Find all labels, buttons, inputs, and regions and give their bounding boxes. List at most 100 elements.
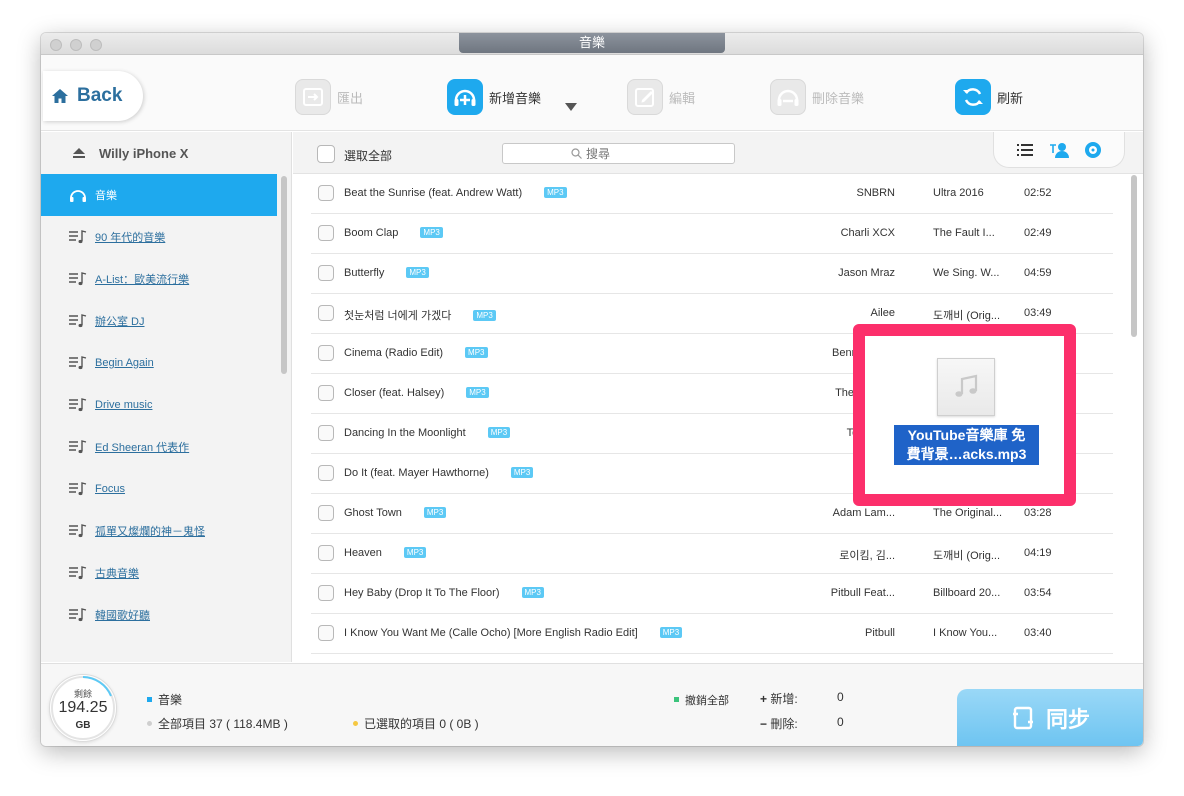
sidebar-item-9[interactable]: 古典音樂 [41,552,277,594]
search-input[interactable] [586,146,666,161]
row-checkbox[interactable] [318,545,334,561]
playlist-icon [69,272,87,286]
sidebar-item-10[interactable]: 韓國歌好聽 [41,594,277,636]
edit-icon [627,79,663,115]
track-title-text: Cinema (Radio Edit) [344,347,444,359]
playlist-icon [69,608,87,622]
sidebar-item-3[interactable]: 辦公室 DJ [41,300,277,342]
select-all-label: 選取全部 [344,149,393,163]
delete-music-button[interactable]: 刪除音樂 [770,78,864,116]
sidebar-item-7[interactable]: Focus [41,468,277,510]
storage-value: 194.25 [58,699,108,716]
row-checkbox[interactable] [318,585,334,601]
track-title: Boom Clap MP3 [344,227,443,239]
undo-all-button[interactable]: 撤銷全部 [674,692,729,708]
search-box[interactable] [502,143,735,164]
playlist-icon [69,398,87,412]
drag-drop-overlay[interactable]: YouTube音樂庫 免 費背景…acks.mp3 [853,324,1076,506]
row-checkbox[interactable] [318,385,334,401]
export-button[interactable]: 匯出 [295,78,363,116]
track-title-text: Ghost Town [344,507,402,519]
list-view-button[interactable] [1014,139,1036,161]
row-checkbox[interactable] [318,465,334,481]
track-title: Cinema (Radio Edit) MP3 [344,347,488,359]
format-badge: MP3 [403,547,427,558]
track-title: Dancing In the Moonlight MP3 [344,427,511,439]
back-button[interactable]: Back [43,71,143,121]
sidebar-item-2[interactable]: A-List：歐美流行樂 [41,258,277,300]
row-checkbox[interactable] [318,185,334,201]
add-music-dropdown-chevron-down-icon[interactable] [565,103,577,111]
category-label: 音樂 [158,693,183,707]
sidebar-item-label: Begin Again [95,357,154,369]
edit-button[interactable]: 編輯 [627,78,695,116]
row-checkbox[interactable] [318,625,334,641]
sidebar-scrollbar[interactable] [281,176,287,374]
zoom-window-button[interactable] [90,39,102,51]
table-row[interactable]: Butterfly MP3 Jason Mraz We Sing. W... 04:59 [311,254,1113,294]
track-album: We Sing. W... [933,267,1000,279]
sync-button[interactable]: 同步 [957,689,1143,746]
sidebar-item-label: 90 年代的音樂 [95,232,166,244]
edit-label: 編輯 [669,90,696,106]
device-header[interactable]: Willy iPhone X [41,132,292,174]
track-artist: Charli XCX [840,227,895,239]
track-album: Ultra 2016 [933,187,984,199]
music-note-icon [955,374,978,397]
sidebar: Willy iPhone X 音樂 90 年代的音樂 A-List：歐美流行樂辦公室… [41,132,292,662]
track-duration: 02:52 [1024,187,1052,199]
track-duration: 03:40 [1024,627,1052,639]
track-album: I Know You... [933,627,998,639]
row-checkbox[interactable] [318,305,334,321]
sidebar-item-1[interactable]: 90 年代的音樂 [41,216,277,258]
sidebar-item-8[interactable]: 孤單又燦爛的神－鬼怪 [41,510,277,552]
table-row[interactable]: I Know You Want Me (Calle Ocho) [More En… [311,614,1113,654]
track-title: Butterfly MP3 [344,267,429,279]
dragged-file-name: YouTube音樂庫 免 費背景…acks.mp3 [894,425,1039,465]
format-badge: MP3 [466,387,489,398]
album-view-button[interactable] [1082,139,1104,161]
table-row[interactable]: Hey Baby (Drop It To The Floor) MP3 Pitbul… [311,574,1113,614]
track-list-scrollbar[interactable] [1131,175,1137,337]
row-checkbox[interactable] [318,345,334,361]
sync-label: 同步 [1045,707,1090,732]
sidebar-item-label: A-List：歐美流行樂 [95,274,190,286]
minimize-window-button[interactable] [70,39,82,51]
track-title: Closer (feat. Halsey) MP3 [344,387,489,399]
sidebar-item-6[interactable]: Ed Sheeran 代表作 [41,426,277,468]
format-badge: MP3 [659,627,683,638]
eject-icon[interactable] [73,148,85,158]
track-title: Do It (feat. Mayer Hawthorne) MP3 [344,467,534,479]
artist-view-button[interactable] [1048,139,1070,161]
track-artist: Adam Lam... [832,507,895,519]
format-badge: MP3 [521,587,544,598]
sidebar-item-0[interactable]: 音樂 [41,174,277,216]
list-icon [1017,143,1033,156]
device-name: Willy iPhone X [99,145,189,161]
table-row[interactable]: Beat the Sunrise (feat. Andrew Watt) MP3 S… [311,174,1113,214]
table-row[interactable]: Boom Clap MP3 Charli XCX The Fault I... 02:4… [311,214,1113,254]
add-music-label: 新增音樂 [489,90,542,106]
select-all-checkbox[interactable] [317,145,335,163]
track-title-text: Butterfly [344,267,385,279]
back-label: Back [77,85,123,106]
row-checkbox[interactable] [318,505,334,521]
track-album: 도깨비 (Orig... [933,550,1001,562]
footer: 剩餘 194.25 GB 音樂 全部項目 37 ( 118.4MB ) 已選取的… [41,663,1143,746]
sidebar-item-label: 古典音樂 [95,568,139,580]
track-title: I Know You Want Me (Calle Ocho) [More En… [344,627,683,639]
add-music-button[interactable]: 新增音樂 [447,78,541,116]
deleted-value: 0 [837,715,844,729]
row-checkbox[interactable] [318,425,334,441]
row-checkbox[interactable] [318,225,334,241]
sidebar-item-5[interactable]: Drive music [41,384,277,426]
total-items-text: 全部項目 37 ( 118.4MB ) [158,717,288,731]
row-checkbox[interactable] [318,265,334,281]
table-row[interactable]: Heaven MP3 로이킴, 김... 도깨비 (Orig... 04:19 [311,534,1113,574]
track-artist: Jason Mraz [838,267,895,279]
refresh-button[interactable]: 刷新 [955,78,1023,116]
sidebar-item-4[interactable]: Begin Again [41,342,277,384]
track-title-text: Dancing In the Moonlight [344,427,466,439]
close-window-button[interactable] [50,39,62,51]
track-title: 첫눈처럼 너에게 가겠다 MP3 [344,307,496,323]
